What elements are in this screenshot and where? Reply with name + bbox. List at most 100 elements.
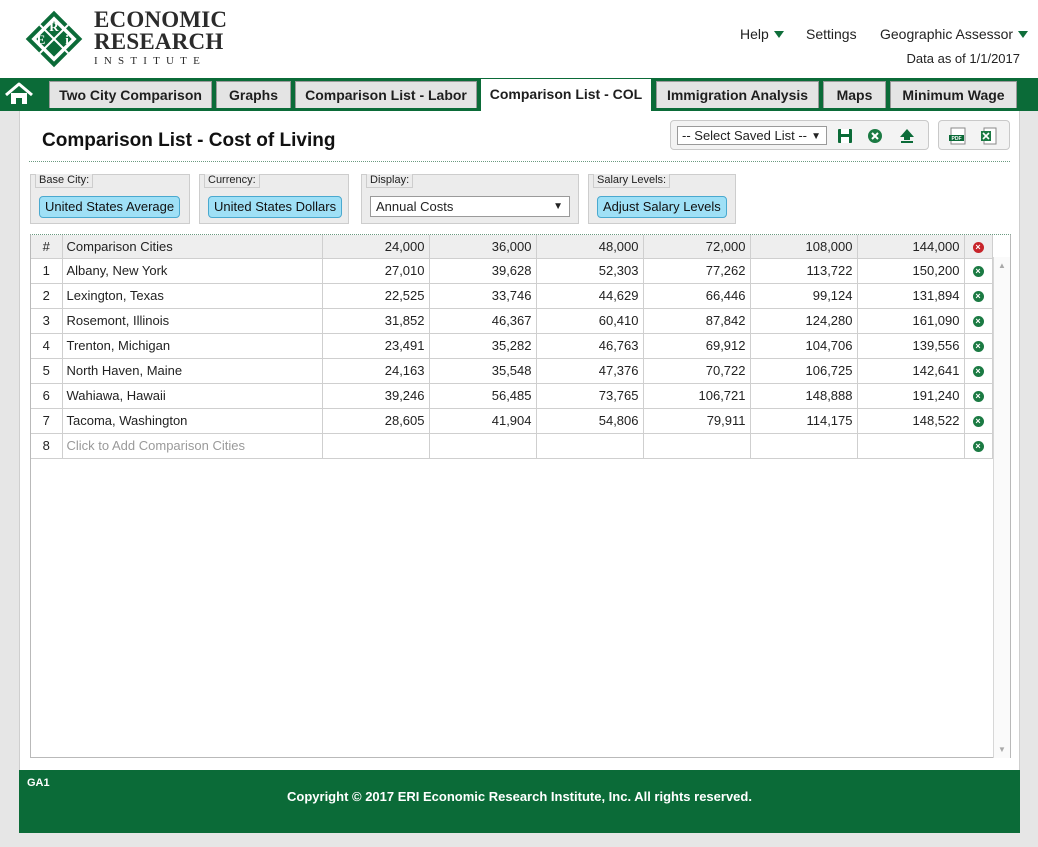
row-city-name[interactable]: North Haven, Maine (62, 358, 323, 384)
row-city-name[interactable]: Wahiawa, Hawaii (62, 383, 323, 409)
row-cost-value: 24,163 (322, 358, 430, 384)
table-header-row: # Comparison Cities 24,000 36,000 48,000 72,0… (31, 235, 993, 259)
row-cost-value: 22,525 (322, 283, 430, 309)
table-row[interactable]: 2 Lexington, Texas 22,525 33,746 44,629 66,44… (31, 283, 993, 309)
display-filter: Display: Annual Costs ▼ (361, 174, 579, 224)
row-remove-cell: × (964, 333, 993, 359)
remove-row-icon[interactable]: × (972, 291, 984, 303)
home-button[interactable] (4, 81, 34, 107)
remove-row-icon[interactable]: × (972, 341, 984, 353)
table-row[interactable]: 1 Albany, New York 27,010 39,628 52,303 77,26… (31, 258, 993, 284)
pdf-export-icon[interactable]: PDF (948, 126, 968, 146)
row-remove-cell: × (964, 358, 993, 384)
currency-button[interactable]: United States Dollars (208, 196, 343, 218)
delete-list-icon[interactable] (865, 126, 885, 146)
table-row[interactable]: 6 Wahiawa, Hawaii 39,246 56,485 73,765 106,72… (31, 383, 993, 409)
row-remove-cell: × (964, 408, 993, 434)
table-row[interactable]: 4 Trenton, Michigan 23,491 35,282 46,763 69,9… (31, 333, 993, 359)
row-cost-value: 56,485 (429, 383, 537, 409)
remove-row-icon[interactable]: × (972, 391, 984, 403)
row-cost-value: 124,280 (750, 308, 858, 334)
row-cost-value: 69,912 (643, 333, 751, 359)
main-panel: Comparison List - Cost of Living -- Sele… (19, 111, 1020, 833)
settings-link[interactable]: Settings (806, 26, 857, 42)
comparison-grid: # Comparison Cities 24,000 36,000 48,000 72,0… (30, 234, 1011, 758)
row-cost-value: 60,410 (536, 308, 644, 334)
row-cost-value: 99,124 (750, 283, 858, 309)
adjust-salary-levels-button[interactable]: Adjust Salary Levels (597, 196, 727, 218)
comparison-table: # Comparison Cities 24,000 36,000 48,000 72,0… (31, 235, 993, 459)
eri-logo[interactable]: E R i ECONOMIC RESEARCH INSTITUTE (20, 8, 230, 68)
empty-value-cell (750, 433, 858, 459)
empty-value-cell (429, 433, 537, 459)
row-cost-value: 39,628 (429, 258, 537, 284)
table-row[interactable]: 5 North Haven, Maine 24,163 35,548 47,376 70,… (31, 358, 993, 384)
tab-comparison-list-labor[interactable]: Comparison List - Labor (295, 81, 477, 108)
remove-row-icon[interactable]: × (972, 416, 984, 428)
row-remove-cell: × (964, 258, 993, 284)
row-cost-value: 79,911 (643, 408, 751, 434)
grid-scrollbar[interactable]: ▲ ▼ (993, 257, 1010, 758)
remove-all-icon[interactable]: × (972, 241, 984, 253)
currency-filter: Currency: United States Dollars (199, 174, 349, 224)
upload-icon[interactable] (897, 126, 917, 146)
remove-row-icon[interactable]: × (972, 316, 984, 328)
row-cost-value: 104,706 (750, 333, 858, 359)
row-cost-value: 139,556 (857, 333, 965, 359)
remove-row-icon[interactable]: × (972, 441, 984, 453)
help-label: Help (740, 26, 769, 42)
tab-two-city-comparison[interactable]: Two City Comparison (49, 81, 212, 108)
header-salary-level: 48,000 (536, 235, 644, 259)
row-city-name[interactable]: Trenton, Michigan (62, 333, 323, 359)
row-city-name[interactable]: Tacoma, Washington (62, 408, 323, 434)
empty-value-cell (322, 433, 430, 459)
row-cost-value: 41,904 (429, 408, 537, 434)
help-menu[interactable]: Help (740, 26, 784, 42)
table-row[interactable]: 3 Rosemont, Illinois 31,852 46,367 60,410 87,… (31, 308, 993, 334)
scroll-down-icon[interactable]: ▼ (998, 745, 1006, 754)
row-index: 5 (31, 358, 63, 384)
row-cost-value: 142,641 (857, 358, 965, 384)
scroll-up-icon[interactable]: ▲ (998, 261, 1006, 270)
remove-row-icon[interactable]: × (972, 366, 984, 378)
base-city-filter: Base City: United States Average (30, 174, 190, 224)
product-label: Geographic Assessor (880, 26, 1014, 42)
row-city-name[interactable]: Lexington, Texas (62, 283, 323, 309)
empty-value-cell (857, 433, 965, 459)
table-row[interactable]: 7 Tacoma, Washington 28,605 41,904 54,806 79,… (31, 408, 993, 434)
save-icon[interactable] (835, 126, 855, 146)
row-city-name[interactable]: Albany, New York (62, 258, 323, 284)
display-select[interactable]: Annual Costs ▼ (370, 196, 570, 217)
tab-immigration-analysis[interactable]: Immigration Analysis (656, 81, 819, 108)
row-index: 8 (31, 433, 63, 459)
tab-graphs[interactable]: Graphs (216, 81, 291, 108)
copyright-text: Copyright © 2017 ERI Economic Research I… (287, 789, 752, 804)
row-index: 2 (31, 283, 63, 309)
footer-code: GA1 (27, 777, 50, 789)
top-bar: E R i ECONOMIC RESEARCH INSTITUTE Help S… (0, 0, 1038, 80)
row-cost-value: 46,763 (536, 333, 644, 359)
row-cost-value: 148,522 (857, 408, 965, 434)
tab-minimum-wage[interactable]: Minimum Wage (890, 81, 1017, 108)
row-remove-cell: × (964, 308, 993, 334)
product-menu[interactable]: Geographic Assessor (880, 26, 1029, 42)
row-cost-value: 66,446 (643, 283, 751, 309)
add-city-row[interactable]: 8 Click to Add Comparison Cities × (31, 433, 993, 459)
svg-text:PDF: PDF (952, 136, 962, 142)
row-cost-value: 47,376 (536, 358, 644, 384)
row-cost-value: 44,629 (536, 283, 644, 309)
base-city-button[interactable]: United States Average (39, 196, 181, 218)
header-salary-level: 36,000 (429, 235, 537, 259)
settings-label: Settings (806, 26, 857, 42)
export-toolbar: PDF (938, 120, 1010, 150)
row-city-name[interactable]: Rosemont, Illinois (62, 308, 323, 334)
tab-comparison-list-col[interactable]: Comparison List - COL (481, 79, 651, 111)
tab-maps[interactable]: Maps (823, 81, 886, 108)
saved-list-toolbar: -- Select Saved List -- ▼ (670, 120, 929, 150)
remove-row-icon[interactable]: × (972, 266, 984, 278)
saved-list-select[interactable]: -- Select Saved List -- ▼ (677, 126, 827, 145)
add-comparison-city-input[interactable]: Click to Add Comparison Cities (62, 433, 323, 459)
tab-bar: Two City Comparison Graphs Comparison Li… (0, 78, 1038, 111)
excel-export-icon[interactable] (979, 126, 999, 146)
row-cost-value: 39,246 (322, 383, 430, 409)
